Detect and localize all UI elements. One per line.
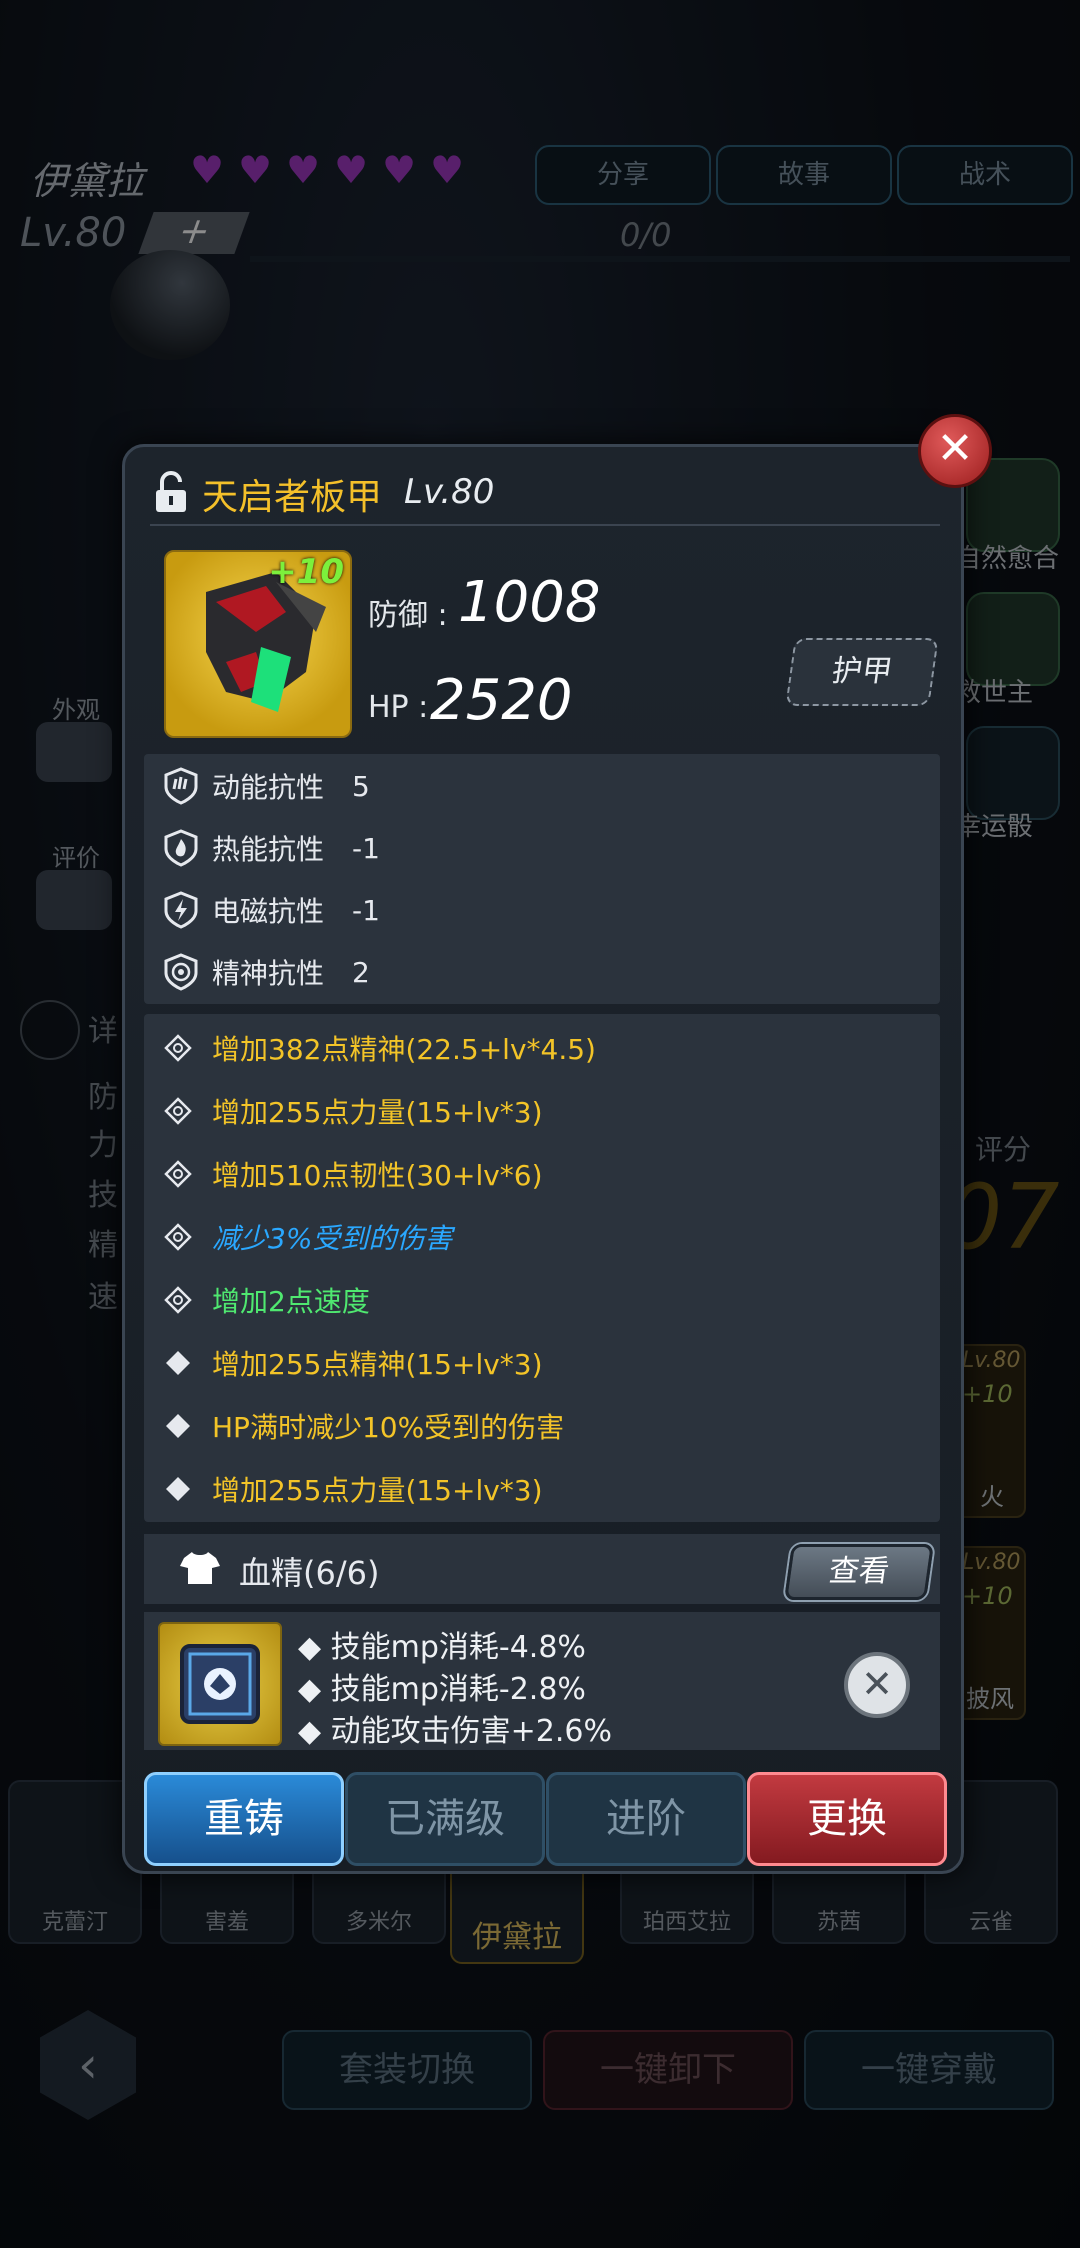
attribute-text: 增加2点速度 (212, 1285, 370, 1318)
crosshair-diamond-icon (164, 1223, 192, 1251)
resistance-row: 动能抗性 5 (164, 766, 370, 806)
attribute-row: 增加255点精神(15+lv*3) (164, 1341, 543, 1385)
attribute-row: 增加382点精神(22.5+lv*4.5) (164, 1026, 596, 1070)
attribute-row: 增加255点力量(15+lv*3) (164, 1089, 543, 1133)
attribute-row: 增加510点韧性(30+lv*6) (164, 1152, 543, 1196)
kinetic-shield-icon (164, 767, 198, 805)
circuit-chip-icon (180, 1644, 260, 1724)
blood-essence-label: 血精(6/6) (239, 1554, 380, 1592)
resistance-label: 动能抗性 (212, 771, 325, 804)
hp-value: 2520 (430, 668, 573, 733)
remove-chip-button[interactable]: ✕ (844, 1652, 910, 1718)
resistance-label: 热能抗性 (212, 833, 325, 866)
remove-x-icon: ✕ (861, 1662, 893, 1706)
close-button[interactable]: ✕ (918, 414, 992, 488)
spiral-shield-icon (164, 953, 198, 991)
chip-slot: ◆ 技能mp消耗-4.8% ◆ 技能mp消耗-2.8% ◆ 动能攻击伤害+2.6… (144, 1612, 940, 1750)
attribute-text: 减少3%受到的伤害 (212, 1222, 453, 1255)
item-level: Lv.80 (404, 472, 495, 512)
resistance-box: 动能抗性 5 热能抗性 -1 电磁抗性 -1 精神抗性 2 (144, 754, 940, 1004)
resistance-row: 电磁抗性 -1 (164, 890, 380, 930)
resistance-row: 热能抗性 -1 (164, 828, 380, 868)
crosshair-diamond-icon (164, 1160, 192, 1188)
resistance-value: 2 (352, 955, 370, 989)
armor-item-icon: +10 (164, 550, 352, 738)
title-divider (150, 524, 940, 526)
attribute-text: 增加382点精神(22.5+lv*4.5) (212, 1033, 596, 1066)
resistance-value: -1 (352, 831, 380, 865)
attribute-row: 减少3%受到的伤害 (164, 1215, 452, 1259)
diamond-icon (166, 1414, 190, 1438)
hp-label: HP : (368, 690, 429, 725)
diamond-icon (166, 1351, 190, 1375)
attribute-row: HP满时减少10%受到的伤害 (164, 1404, 564, 1448)
enhance-level: +10 (268, 552, 344, 592)
resistance-label: 电磁抗性 (212, 895, 325, 928)
close-icon: ✕ (936, 423, 974, 474)
item-type-tag: 护甲 (785, 638, 939, 706)
attribute-box: 增加382点精神(22.5+lv*4.5) 增加255点力量(15+lv*3) … (144, 1014, 940, 1522)
attribute-text: 增加255点力量(15+lv*3) (212, 1096, 543, 1129)
advance-button[interactable]: 进阶 (546, 1772, 746, 1866)
fire-shield-icon (164, 829, 198, 867)
chip-effect: ◆ 技能mp消耗-2.8% (298, 1672, 586, 1707)
attribute-text: HP满时减少10%受到的伤害 (212, 1411, 565, 1444)
attribute-text: 增加255点精神(15+lv*3) (212, 1348, 543, 1381)
lightning-shield-icon (164, 891, 198, 929)
attribute-text: 增加255点力量(15+lv*3) (212, 1474, 543, 1507)
attribute-row: 增加255点力量(15+lv*3) (164, 1467, 543, 1511)
attribute-text: 增加510点韧性(30+lv*6) (212, 1159, 543, 1192)
item-name: 天启者板甲 (202, 477, 383, 518)
replace-button[interactable]: 更换 (747, 1772, 947, 1866)
diamond-icon (166, 1477, 190, 1501)
unlocked-padlock-icon[interactable] (154, 470, 188, 514)
crosshair-diamond-icon (164, 1097, 192, 1125)
chip-effect: ◆ 技能mp消耗-4.8% (298, 1630, 586, 1665)
recast-button[interactable]: 重铸 (144, 1772, 344, 1866)
chip-effect: ◆ 动能攻击伤害+2.6% (298, 1714, 612, 1749)
attribute-row: 增加2点速度 (164, 1278, 370, 1322)
resistance-row: 精神抗性 2 (164, 952, 370, 992)
tshirt-icon (180, 1552, 220, 1584)
blood-essence-row: 血精(6/6) 查看 (144, 1534, 940, 1604)
view-button[interactable]: 查看 (784, 1544, 934, 1600)
chip-icon[interactable] (158, 1622, 282, 1746)
defense-label: 防御 : (368, 598, 448, 633)
crosshair-diamond-icon (164, 1286, 192, 1314)
resistance-value: 5 (352, 769, 370, 803)
crosshair-diamond-icon (164, 1034, 192, 1062)
defense-value: 1008 (458, 570, 601, 635)
resistance-label: 精神抗性 (212, 957, 325, 990)
resistance-value: -1 (352, 893, 380, 927)
max-level-button[interactable]: 已满级 (345, 1772, 545, 1866)
